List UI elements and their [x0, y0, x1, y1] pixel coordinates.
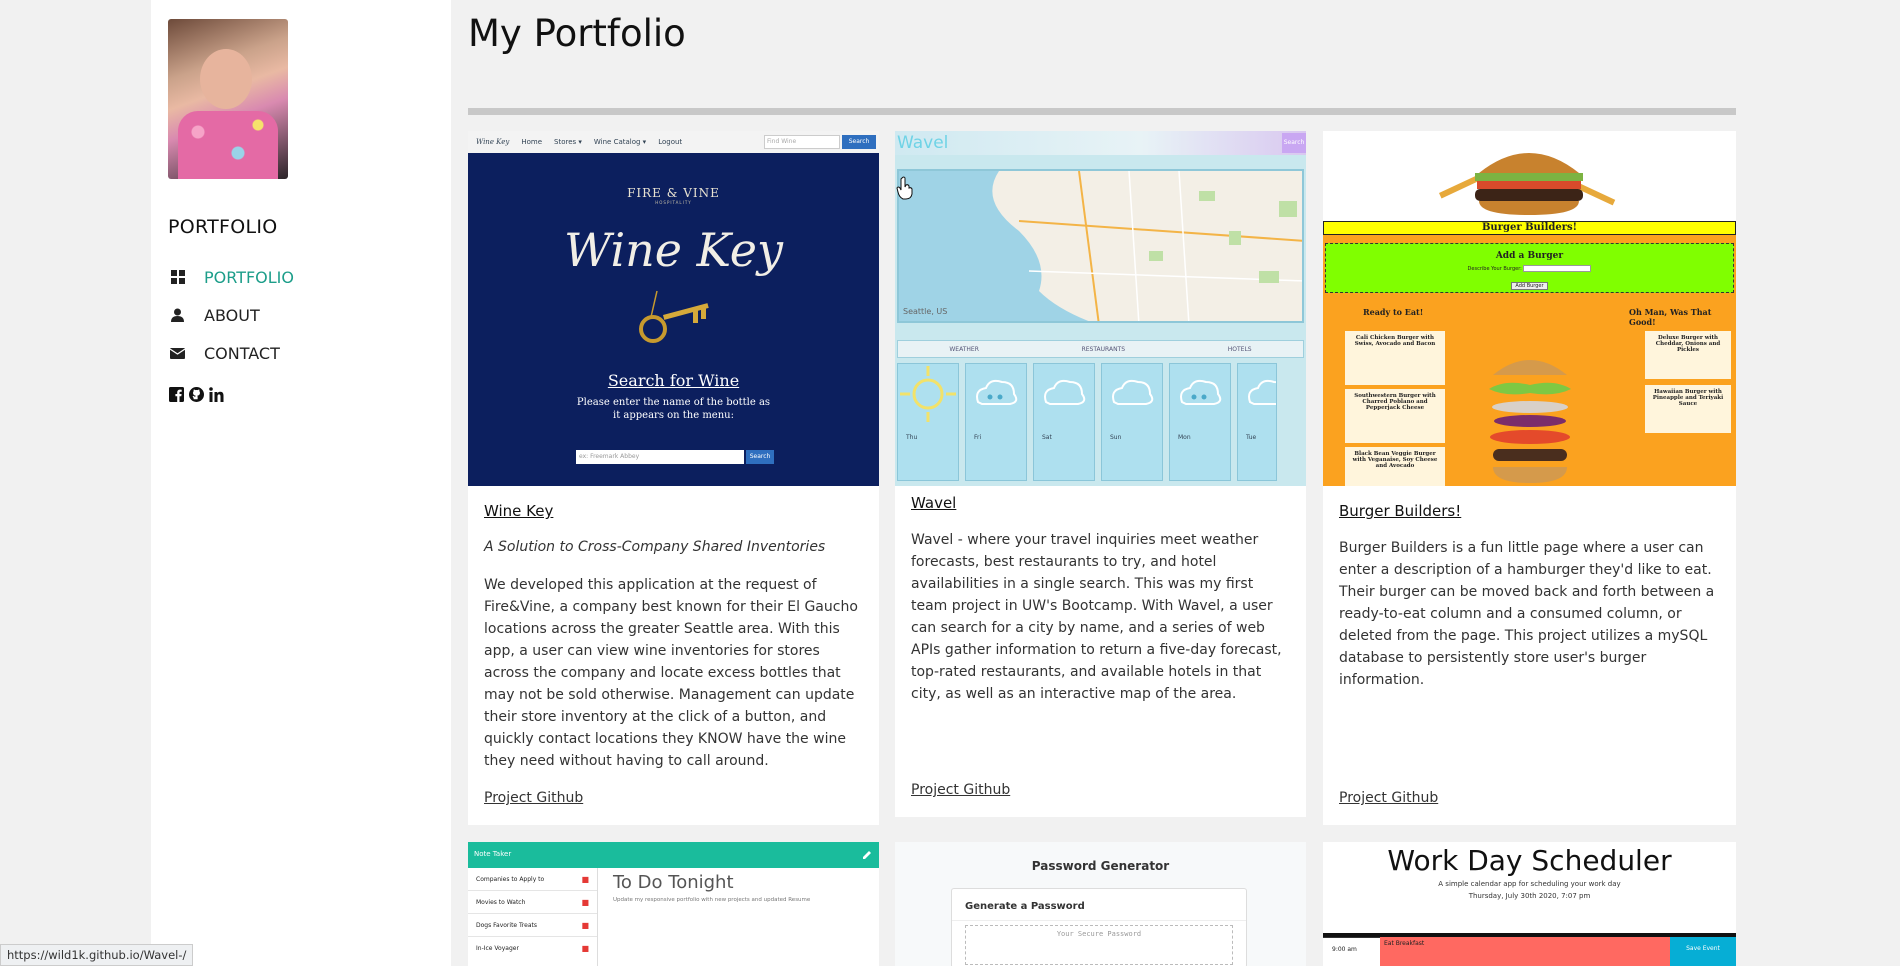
- project-title[interactable]: Wavel: [911, 494, 956, 512]
- trash-icon: ■: [581, 898, 589, 907]
- project-card-burger-builders: Burger Builders! Add a Burger Describe Y…: [1323, 131, 1736, 825]
- sun-icon: [900, 366, 956, 422]
- thumb-tabs: WEATHER RESTAURANTS HOTELS: [897, 340, 1304, 358]
- key-icon: [638, 290, 709, 343]
- trash-icon: ■: [581, 875, 589, 884]
- project-thumbnail-work-day-scheduler[interactable]: Work Day Scheduler A simple calendar app…: [1323, 842, 1736, 966]
- status-bar-url: https://wild1k.github.io/Wavel-/: [0, 944, 194, 966]
- trash-icon: ■: [581, 944, 589, 953]
- project-card-note-taker: Note Taker Companies to Apply to ■ Movies…: [468, 842, 879, 966]
- project-thumbnail-note-taker[interactable]: Note Taker Companies to Apply to ■ Movies…: [468, 842, 879, 966]
- sidebar-title: PORTFOLIO: [168, 216, 278, 238]
- nav-label-about: ABOUT: [204, 305, 260, 325]
- cloud-icon: [1112, 379, 1154, 405]
- grid-icon: [168, 269, 187, 285]
- rain-icon: [976, 379, 1018, 405]
- trash-icon: ■: [581, 921, 589, 930]
- social-links: [168, 386, 224, 402]
- thumb-navbar: Wine Key Home Stores ▾ Wine Catalog ▾ Lo…: [468, 131, 879, 153]
- profile-photo: [168, 19, 288, 179]
- project-card-wine-key: Wine Key Home Stores ▾ Wine Catalog ▾ Lo…: [468, 131, 879, 825]
- facebook-icon[interactable]: [168, 386, 184, 402]
- burger-stack-icon: [1489, 360, 1571, 483]
- burger-icon: [1439, 153, 1616, 215]
- project-title[interactable]: Wine Key: [484, 502, 553, 520]
- thumb-map: Seattle, US: [897, 169, 1304, 323]
- project-title[interactable]: Burger Builders!: [1339, 502, 1461, 520]
- nav-label-portfolio: PORTFOLIO: [204, 267, 294, 287]
- project-card-work-day-scheduler: Work Day Scheduler A simple calendar app…: [1323, 842, 1736, 966]
- divider: [468, 108, 1736, 115]
- project-subtitle: A Solution to Cross-Company Shared Inven…: [484, 539, 826, 555]
- thumb-forecast: Thu Fri Sat Sun Mon Tue: [897, 363, 1306, 481]
- project-github-link[interactable]: Project Github: [484, 790, 583, 806]
- page-title: My Portfolio: [468, 12, 686, 55]
- sidebar: PORTFOLIO PORTFOLIO ABOUT CONTACT: [151, 0, 451, 966]
- cloud-icon: [1248, 379, 1276, 405]
- rain-icon: [1180, 379, 1222, 405]
- project-thumbnail-wine-key[interactable]: Wine Key Home Stores ▾ Wine Catalog ▾ Lo…: [468, 131, 879, 486]
- hand-cursor-icon: [896, 176, 913, 200]
- project-description: Burger Builders is a fun little page whe…: [1339, 540, 1715, 688]
- project-github-link[interactable]: Project Github: [1339, 790, 1438, 806]
- project-thumbnail-wavel[interactable]: Wavel Search Seattle, US WEATHER RESTAUR…: [895, 131, 1306, 486]
- note-list: Companies to Apply to ■ Movies to Watch ■ …: [468, 868, 598, 966]
- pencil-icon: [863, 851, 871, 859]
- project-card-password-generator: Password Generator Generate a Password Y…: [895, 842, 1306, 966]
- nav-item-contact[interactable]: CONTACT: [168, 334, 294, 372]
- project-thumbnail-burger-builders[interactable]: Burger Builders! Add a Burger Describe Y…: [1323, 131, 1736, 486]
- nav-item-portfolio[interactable]: PORTFOLIO: [168, 258, 294, 296]
- thumb-hero: FIRE & VINE HOSPITALITY Wine Key Search …: [468, 153, 879, 486]
- sidebar-nav: PORTFOLIO ABOUT CONTACT: [168, 258, 294, 372]
- project-github-link[interactable]: Project Github: [911, 782, 1010, 798]
- project-description: We developed this application at the req…: [484, 577, 858, 769]
- github-icon[interactable]: [188, 386, 204, 402]
- nav-label-contact: CONTACT: [204, 343, 280, 363]
- user-icon: [168, 307, 187, 323]
- project-card-wavel: Wavel Search Seattle, US WEATHER RESTAUR…: [895, 131, 1306, 817]
- cloud-icon: [1044, 379, 1086, 405]
- nav-item-about[interactable]: ABOUT: [168, 296, 294, 334]
- project-description: Wavel - where your travel inquiries meet…: [911, 532, 1282, 702]
- envelope-icon: [168, 345, 187, 361]
- linkedin-icon[interactable]: [208, 386, 224, 402]
- project-thumbnail-password-generator[interactable]: Password Generator Generate a Password Y…: [895, 842, 1306, 966]
